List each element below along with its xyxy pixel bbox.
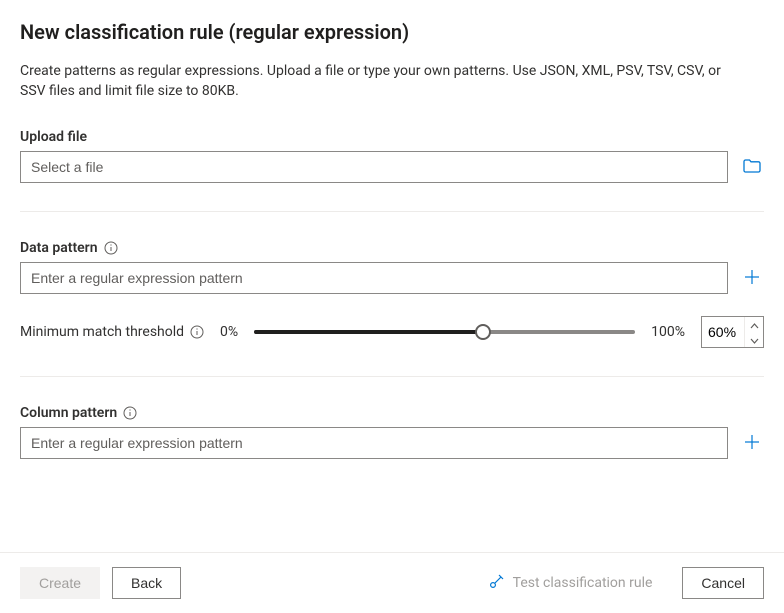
slider-thumb[interactable] bbox=[475, 324, 491, 340]
page-title: New classification rule (regular express… bbox=[20, 20, 764, 44]
upload-file-label: Upload file bbox=[20, 129, 764, 145]
chevron-down-icon bbox=[750, 332, 759, 347]
footer-bar: Create Back Test classification rule Can… bbox=[0, 552, 784, 613]
cancel-button[interactable]: Cancel bbox=[682, 567, 764, 599]
add-column-pattern-button[interactable] bbox=[740, 431, 764, 455]
plus-icon bbox=[744, 269, 760, 288]
threshold-spinner[interactable] bbox=[701, 316, 764, 348]
upload-file-label-text: Upload file bbox=[20, 129, 87, 145]
upload-file-input[interactable] bbox=[20, 151, 728, 183]
beaker-icon bbox=[489, 573, 505, 593]
folder-icon bbox=[742, 156, 762, 179]
threshold-slider[interactable] bbox=[254, 324, 635, 340]
info-icon bbox=[190, 325, 204, 339]
divider bbox=[20, 211, 764, 212]
threshold-value-input[interactable] bbox=[702, 317, 744, 347]
threshold-label-text: Minimum match threshold bbox=[20, 324, 184, 340]
column-pattern-label: Column pattern bbox=[20, 405, 764, 421]
threshold-decrement-button[interactable] bbox=[745, 332, 763, 347]
create-button: Create bbox=[20, 567, 100, 599]
threshold-label: Minimum match threshold bbox=[20, 324, 204, 340]
column-pattern-label-text: Column pattern bbox=[20, 405, 117, 421]
slider-fill bbox=[254, 330, 483, 334]
data-pattern-label-text: Data pattern bbox=[20, 240, 98, 256]
data-pattern-label: Data pattern bbox=[20, 240, 764, 256]
browse-file-button[interactable] bbox=[740, 155, 764, 179]
threshold-max: 100% bbox=[651, 324, 685, 340]
data-pattern-input[interactable] bbox=[20, 262, 728, 294]
back-button[interactable]: Back bbox=[112, 567, 181, 599]
column-pattern-input[interactable] bbox=[20, 427, 728, 459]
plus-icon bbox=[744, 434, 760, 453]
test-classification-label: Test classification rule bbox=[513, 575, 653, 591]
test-classification-link[interactable]: Test classification rule bbox=[489, 573, 653, 593]
chevron-up-icon bbox=[750, 317, 759, 332]
threshold-min: 0% bbox=[220, 324, 238, 340]
threshold-increment-button[interactable] bbox=[745, 317, 763, 332]
intro-text: Create patterns as regular expressions. … bbox=[20, 62, 740, 101]
add-data-pattern-button[interactable] bbox=[740, 266, 764, 290]
info-icon bbox=[123, 406, 137, 420]
divider bbox=[20, 376, 764, 377]
info-icon bbox=[104, 241, 118, 255]
